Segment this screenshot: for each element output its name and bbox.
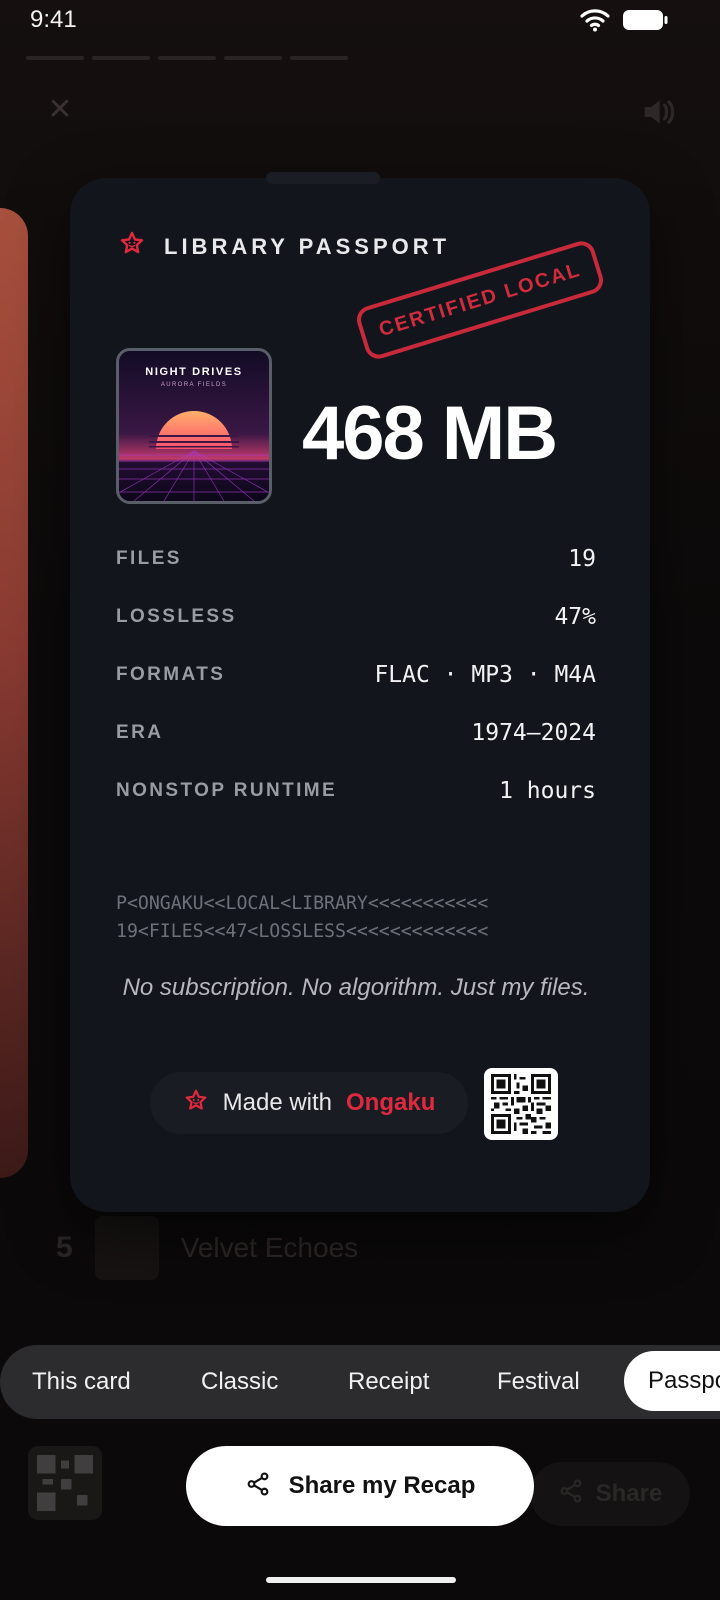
share-recap-button[interactable]: Share my Recap [186,1446,534,1526]
share-secondary-label: Share [595,1480,663,1507]
mrz-line: 19<FILES<<47<LOSSLESS<<<<<<<<<<<<< [116,921,489,942]
stat-row-lossless: LOSSLESS 47% [116,588,596,646]
stat-value: FLAC · MP3 · M4A [374,662,596,688]
status-icons [580,8,668,32]
share-button-secondary[interactable]: Share [530,1462,690,1526]
album-cover: NIGHT DRIVES AURORA FIELDS [116,348,272,504]
stat-row-runtime: NONSTOP RUNTIME 1 hours [116,762,596,820]
share-icon [558,1478,584,1511]
status-time: 9:41 [30,6,77,33]
ongaku-logo-icon [183,1088,209,1119]
stat-row-files: FILES 19 [116,530,596,588]
progress-segment [290,56,348,60]
story-progress [26,56,348,60]
made-with-label: Made with [222,1089,333,1116]
battery-icon [622,8,668,32]
cover-title: NIGHT DRIVES [145,366,243,378]
list-item: 5 Velvet Echoes [56,1216,358,1280]
stats-list: FILES 19 LOSSLESS 47% FORMATS FLAC · MP3… [116,530,596,820]
close-icon[interactable]: ✕ [42,92,78,128]
home-indicator[interactable] [266,1577,456,1583]
volume-icon[interactable] [638,92,678,132]
stat-label: FILES [116,548,182,569]
stat-row-formats: FORMATS FLAC · MP3 · M4A [116,646,596,704]
share-icon [245,1471,271,1502]
list-item-rank: 5 [56,1231,73,1264]
wifi-icon [580,8,610,32]
qr-code-icon[interactable] [28,1446,102,1520]
stat-row-era: ERA 1974–2024 [116,704,596,762]
library-size: 468 MB [302,391,558,476]
stat-label: NONSTOP RUNTIME [116,780,338,801]
list-item-title: Velvet Echoes [180,1232,359,1263]
ongaku-logo-icon [118,230,146,263]
cover-artist: AURORA FIELDS [160,382,228,388]
card-title: LIBRARY PASSPORT [164,233,451,259]
progress-segment [158,56,216,60]
progress-segment [26,56,84,60]
album-thumbnail [94,1216,159,1280]
stat-value: 19 [568,546,596,572]
tab-passport[interactable]: Passport [624,1351,720,1411]
progress-segment [92,56,150,60]
machine-readable-zone: P<ONGAKU<<LOCAL<LIBRARY<<<<<<<<<<< 19<FI… [116,890,596,946]
brand-name: Ongaku [346,1089,436,1116]
stat-value: 1974–2024 [471,720,596,746]
mrz-line: P<ONGAKU<<LOCAL<LIBRARY<<<<<<<<<<< [116,893,489,914]
previous-card-peek[interactable] [0,208,28,1178]
tab-this-card[interactable]: This card [32,1345,131,1419]
tab-classic[interactable]: Classic [201,1345,278,1419]
stat-label: ERA [116,722,164,743]
template-selector: This card Classic Receipt Festival Passp… [0,1345,720,1419]
tab-festival[interactable]: Festival [497,1345,580,1419]
qr-code-icon [484,1068,558,1140]
tab-receipt[interactable]: Receipt [348,1345,429,1419]
tagline: No subscription. No algorithm. Just my f… [122,974,590,1001]
card-header: LIBRARY PASSPORT [118,230,450,263]
library-passport-card: LIBRARY PASSPORT CERTIFIED LOCAL NIGHT D… [70,172,650,1212]
stat-value: 47% [554,604,596,630]
share-recap-label: Share my Recap [288,1472,476,1499]
progress-segment [224,56,282,60]
stat-label: LOSSLESS [116,606,237,627]
stat-value: 1 hours [499,778,596,804]
card-notch [266,172,380,184]
made-with-badge: Made with Ongaku [150,1072,468,1134]
stat-label: FORMATS [116,664,226,685]
